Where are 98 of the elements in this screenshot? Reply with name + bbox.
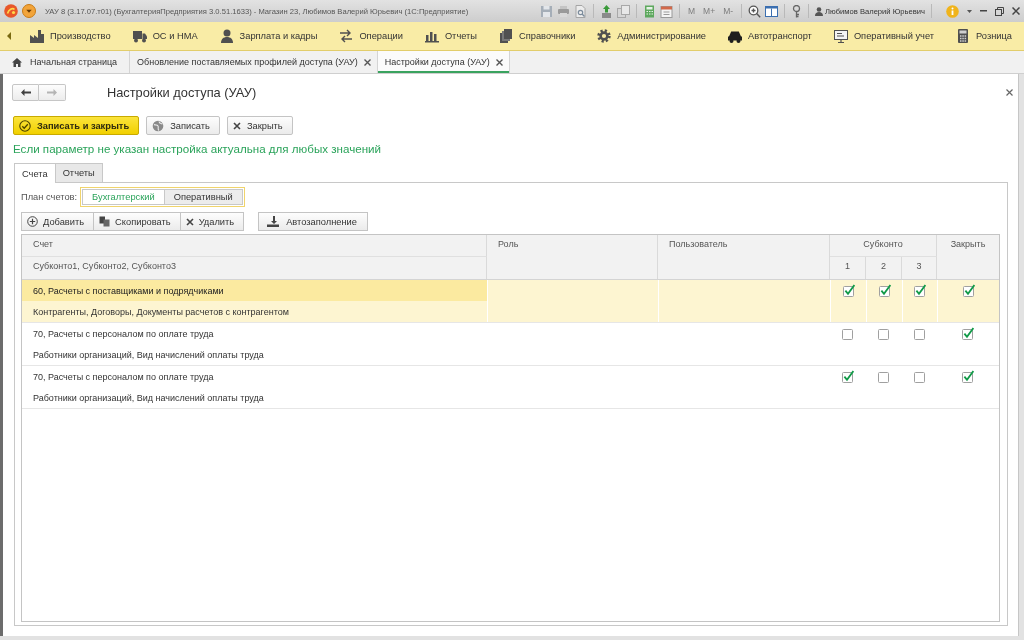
command-button[interactable]: Записать <box>146 116 220 135</box>
window-tab[interactable]: Начальная страница <box>0 51 131 73</box>
print-icon[interactable] <box>557 4 570 18</box>
account-cell-text: 70, Расчеты с персоналом по оплате труда <box>32 370 215 384</box>
hint-text: Если параметр не указан настройка актуальна для любых значений <box>13 142 383 156</box>
checkbox[interactable] <box>913 327 926 340</box>
person-icon <box>219 29 234 43</box>
autofill-button[interactable]: Автозаполнение <box>258 212 368 231</box>
globe-icon <box>152 119 165 132</box>
form-title: Настройки доступа (УАУ) <box>107 84 257 100</box>
checkbox[interactable] <box>842 284 855 297</box>
section-menu-item[interactable]: Розница <box>945 22 1023 50</box>
column-header: 1 <box>830 257 866 279</box>
subconto-types-cell-text: Работники организаций, Вид начислений оплаты труда <box>32 391 265 405</box>
minimize-icon[interactable] <box>980 10 987 12</box>
section-menu-item[interactable]: ОС и НМА <box>121 22 209 50</box>
section-menu-item[interactable]: Зарплата и кадры <box>208 22 329 50</box>
subconto-types-cell-text: Работники организаций, Вид начислений оплаты труда <box>32 348 265 362</box>
back-button[interactable] <box>12 83 39 101</box>
bar-chart-icon <box>424 29 439 43</box>
checkbox[interactable] <box>878 284 891 297</box>
scroll-left-icon[interactable] <box>7 32 11 40</box>
form-tab[interactable]: Счета <box>14 163 56 183</box>
chart-of-accounts-label: План счетов: <box>21 192 78 202</box>
section-menu-item[interactable]: Автотранспорт <box>717 22 823 50</box>
table-row[interactable]: 70, Расчеты с персоналом по оплате труда Работники организаций, Вид начислений оплаты труда <box>22 323 999 366</box>
factory-icon <box>30 29 44 43</box>
checkbox[interactable] <box>914 284 926 297</box>
zoom-in-icon[interactable] <box>748 4 762 18</box>
close-icon[interactable] <box>1012 7 1020 15</box>
transfer-icon <box>339 29 354 43</box>
account-cell: 60, Расчеты с поставщиками и подрядчиками <box>22 280 487 301</box>
column-header: Закрыть <box>949 238 987 251</box>
calculator-icon <box>956 29 971 43</box>
calendar-icon[interactable] <box>660 4 673 18</box>
checkbox[interactable] <box>878 327 890 340</box>
panels-icon[interactable] <box>765 4 779 18</box>
subconto-types-cell-text: Контрагенты, Договоры, Документы расчетов с контрагентом <box>32 305 290 319</box>
arrow-document-icon[interactable] <box>600 4 613 18</box>
books-icon <box>499 29 514 43</box>
app-logo-icon <box>4 4 18 18</box>
account-cell-text: 70, Расчеты с персоналом по оплате труда <box>32 327 215 341</box>
toolbar-button[interactable]: Добавить <box>21 212 95 231</box>
copy-icon <box>99 216 111 227</box>
car-icon <box>728 29 742 43</box>
check-circle-icon <box>19 119 31 132</box>
checkbox[interactable] <box>962 327 974 340</box>
section-menu-item[interactable]: Оперативный учет <box>822 22 946 50</box>
toolbar-button[interactable]: Скопировать <box>94 212 181 231</box>
section-menu-item[interactable]: Отчеты <box>413 22 489 50</box>
checkbox[interactable] <box>842 370 854 383</box>
add-icon <box>27 216 38 227</box>
switch-option[interactable]: Оперативный <box>164 189 243 205</box>
user-icon <box>815 6 824 16</box>
checkbox[interactable] <box>913 370 926 383</box>
settings-icon <box>597 29 612 43</box>
key-icon[interactable] <box>791 4 803 18</box>
table-row[interactable]: 70, Расчеты с персоналом по оплате труда Работники организаций, Вид начислений оплаты труда <box>22 366 999 409</box>
arrow-down-bar-icon <box>267 216 280 227</box>
column-header: 3 <box>902 257 937 279</box>
close-icon[interactable] <box>363 58 371 66</box>
main-menu-icon[interactable] <box>22 4 36 18</box>
command-button[interactable]: Закрыть <box>226 116 293 135</box>
table-row[interactable]: 60, Расчеты с поставщиками и подрядчиками Контрагенты, Договоры, Документы расчетов с контрагентом <box>22 280 999 323</box>
truck-icon <box>132 29 147 43</box>
home-icon <box>12 57 22 67</box>
info-icon[interactable] <box>946 4 959 18</box>
preview-icon[interactable] <box>574 4 587 18</box>
presentation-board-icon <box>833 29 848 43</box>
section-menu-item[interactable]: Операции <box>328 22 414 50</box>
documents-icon[interactable] <box>617 4 630 18</box>
close-icon[interactable] <box>495 58 503 66</box>
checkbox[interactable] <box>842 327 854 340</box>
close-icon <box>232 121 241 130</box>
column-header: Субконто1, Субконто2, Субконто3 <box>22 257 487 279</box>
window-tab[interactable]: Обновление поставляемых профилей доступа (УАУ) <box>130 51 378 73</box>
close-icon[interactable] <box>1006 88 1013 96</box>
form-tab[interactable]: Отчеты <box>55 163 103 182</box>
section-menu-item[interactable]: Производство <box>19 22 122 50</box>
arrow-right-icon <box>47 88 57 96</box>
column-header: 2 <box>866 257 902 279</box>
command-button[interactable]: Записать и закрыть <box>13 116 140 135</box>
arrow-left-icon <box>20 88 31 96</box>
column-header: Субконто <box>830 235 937 257</box>
section-menu-item[interactable]: Справочники <box>488 22 587 50</box>
restore-icon[interactable] <box>995 6 1004 16</box>
window-tab[interactable]: Настройки доступа (УАУ) <box>377 51 510 73</box>
column-header: Пользователь <box>658 235 830 279</box>
section-menu-item[interactable]: Администрирование <box>586 22 717 50</box>
delete-icon <box>185 217 194 226</box>
caret-icon[interactable] <box>967 9 972 13</box>
calculator-icon[interactable] <box>643 4 656 18</box>
column-header: Роль <box>487 235 658 279</box>
checkbox[interactable] <box>878 370 890 383</box>
column-header: Счет <box>22 235 487 257</box>
toolbar-button[interactable]: Удалить <box>180 212 245 231</box>
checkbox[interactable] <box>962 284 975 297</box>
checkbox[interactable] <box>962 370 974 383</box>
